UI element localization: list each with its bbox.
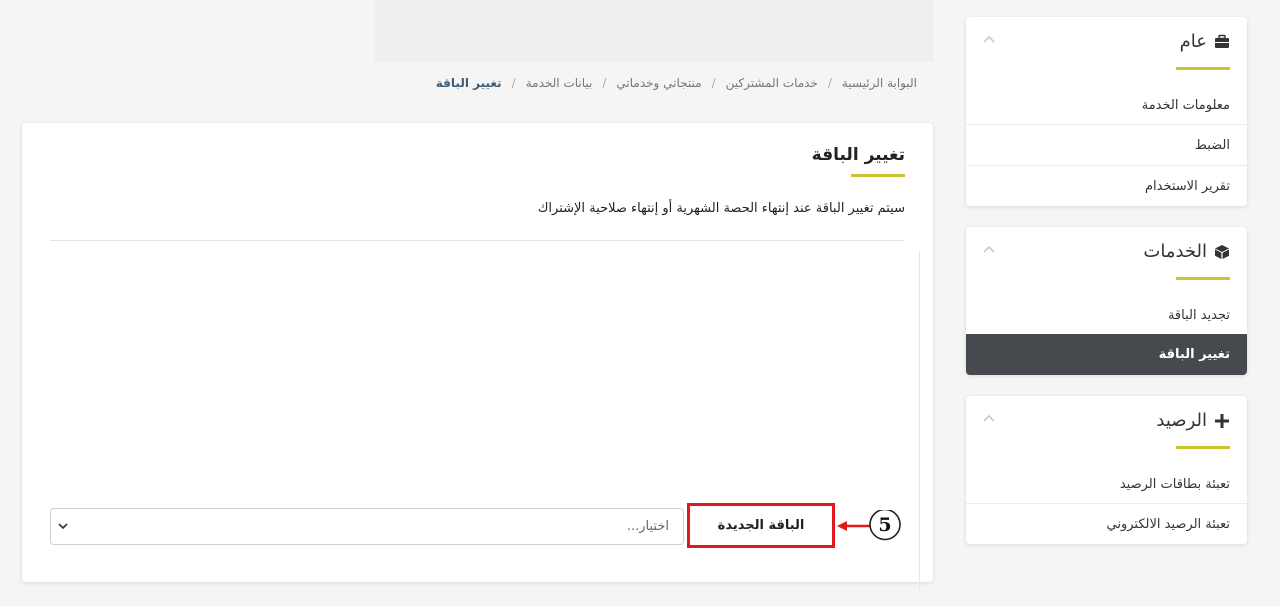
select-placeholder: اختيار... bbox=[626, 519, 669, 534]
sidebar-services-header[interactable]: الخدمات bbox=[966, 227, 1247, 297]
plus-icon bbox=[1215, 413, 1229, 428]
sidebar-item-usage-report[interactable]: تقرير الاستخدام bbox=[966, 165, 1247, 206]
sidebar-item-recharge-cards[interactable]: تعبئة بطاقات الرصيد bbox=[966, 466, 1247, 503]
section-underline bbox=[1176, 446, 1230, 449]
breadcrumb: البوابة الرئيسية / خدمات المشتركين / منت… bbox=[436, 76, 917, 90]
breadcrumb-separator: / bbox=[711, 76, 716, 90]
chevron-up-icon[interactable] bbox=[982, 34, 996, 44]
sidebar-balance-title: الرصيد bbox=[1156, 410, 1207, 431]
sidebar-balance-header[interactable]: الرصيد bbox=[966, 396, 1247, 466]
sidebar-item-change-package[interactable]: تغيير الباقة bbox=[966, 334, 1247, 375]
briefcase-icon bbox=[1215, 34, 1229, 48]
content-scroll-track bbox=[919, 251, 920, 591]
chevron-up-icon[interactable] bbox=[982, 244, 996, 254]
sidebar-general-header[interactable]: عام bbox=[966, 17, 1247, 87]
breadcrumb-subscriber-services[interactable]: خدمات المشتركين bbox=[726, 76, 818, 90]
step-number: 5 bbox=[878, 514, 891, 536]
sidebar-general-title: عام bbox=[1179, 31, 1207, 52]
sidebar-item-e-recharge[interactable]: تعبئة الرصيد الالكتروني bbox=[966, 503, 1247, 544]
sidebar-general-card: عام معلومات الخدمة الضبط تقرير الاستخدام bbox=[966, 17, 1247, 206]
sidebar-item-settings[interactable]: الضبط bbox=[966, 124, 1247, 165]
new-package-label-text: الباقة الجديدة bbox=[717, 518, 805, 533]
chevron-up-icon[interactable] bbox=[982, 413, 996, 423]
new-package-label: الباقة الجديدة bbox=[687, 503, 835, 548]
chevron-down-icon bbox=[58, 523, 68, 530]
page-description: سيتم تغيير الباقة عند إنتهاء الحصة الشهر… bbox=[537, 201, 905, 216]
breadcrumb-my-products[interactable]: منتجاتي وخدماتي bbox=[616, 76, 701, 90]
breadcrumb-service-data[interactable]: بيانات الخدمة bbox=[526, 76, 593, 90]
section-underline bbox=[1176, 277, 1230, 280]
sidebar-item-service-info[interactable]: معلومات الخدمة bbox=[966, 87, 1247, 124]
divider bbox=[50, 240, 905, 241]
sidebar-item-renew-package[interactable]: تجديد الباقة bbox=[966, 297, 1247, 334]
sidebar-balance-card: الرصيد تعبئة بطاقات الرصيد تعبئة الرصيد … bbox=[966, 396, 1247, 544]
top-banner-area bbox=[375, 0, 933, 62]
step-annotation: 5 bbox=[837, 510, 901, 541]
sidebar-services-card: الخدمات تجديد الباقة تغيير الباقة bbox=[966, 227, 1247, 375]
sidebar-services-title: الخدمات bbox=[1143, 241, 1207, 262]
box-icon bbox=[1215, 244, 1229, 259]
title-underline bbox=[851, 174, 905, 177]
breadcrumb-current: تغيير الباقة bbox=[435, 76, 502, 90]
breadcrumb-separator: / bbox=[602, 76, 607, 90]
page-title: تغيير الباقة bbox=[811, 145, 905, 165]
breadcrumb-separator: / bbox=[511, 76, 516, 90]
section-underline bbox=[1176, 67, 1230, 70]
new-package-select[interactable]: اختيار... bbox=[50, 508, 684, 545]
breadcrumb-separator: / bbox=[827, 76, 832, 90]
breadcrumb-home[interactable]: البوابة الرئيسية bbox=[842, 76, 917, 90]
